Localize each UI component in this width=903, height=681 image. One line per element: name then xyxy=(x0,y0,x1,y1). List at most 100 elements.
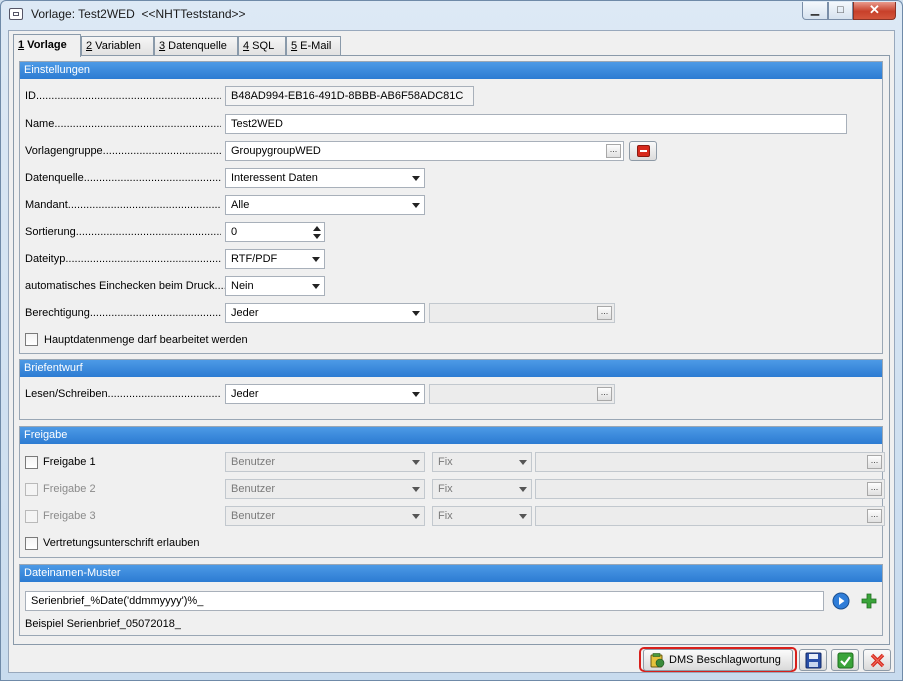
group-einstellungen: Einstellungen ID........................… xyxy=(19,61,883,354)
browse-ellipsis-icon: ... xyxy=(597,306,612,320)
chevron-down-icon xyxy=(412,460,420,465)
tab-label: Variablen xyxy=(92,40,141,52)
maximize-button[interactable]: □ xyxy=(828,2,853,20)
browse-ellipsis-icon: ... xyxy=(867,482,882,496)
id-field[interactable]: B48AD994-EB16-491D-8BBB-AB6F58ADC81C xyxy=(225,86,474,106)
freigabe-3-checkbox xyxy=(25,510,38,523)
tab-pane-vorlage: Einstellungen ID........................… xyxy=(13,55,890,645)
ok-button[interactable] xyxy=(831,649,859,671)
freigabe-1-checkbox[interactable] xyxy=(25,456,38,469)
dialog-client-area: 1 Vorlage 2 Variablen 3 Datenquelle 4 SQ… xyxy=(8,30,895,673)
freigabe-1-user-value: Benutzer xyxy=(231,456,276,468)
label-sortierung: Sortierung..............................… xyxy=(25,226,221,238)
vorlagengruppe-value: GroupygroupWED xyxy=(231,145,321,157)
freigabe-2-mode-select: Fix xyxy=(432,479,532,499)
datenquelle-select[interactable]: Interessent Daten xyxy=(225,168,425,188)
check-icon xyxy=(837,652,854,669)
dms-beschlagwortung-button[interactable]: DMS Beschlagwortung xyxy=(643,649,793,671)
name-input[interactable]: Test2WED xyxy=(225,114,847,134)
cancel-button[interactable] xyxy=(863,649,891,671)
dateinamen-example: Beispiel Serienbrief_05072018_ xyxy=(25,618,181,630)
browse-ellipsis-icon: ... xyxy=(867,509,882,523)
group-header-dateinamen: Dateinamen-Muster xyxy=(20,565,882,582)
hauptdaten-checkbox[interactable] xyxy=(25,333,38,346)
einchecken-select[interactable]: Nein xyxy=(225,276,325,296)
vorlagengruppe-field[interactable]: GroupygroupWED ... xyxy=(225,141,624,161)
tab-vorlage[interactable]: 1 Vorlage xyxy=(13,34,81,57)
freigabe-1-label: Freigabe 1 xyxy=(43,456,96,468)
freigabe-2-user-value: Benutzer xyxy=(231,483,276,495)
label-lesen-schreiben: Lesen/Schreiben.........................… xyxy=(25,388,221,400)
tab-datenquelle[interactable]: 3 Datenquelle xyxy=(154,36,238,56)
tab-sql[interactable]: 4 SQL xyxy=(238,36,286,56)
freigabe-3-label: Freigabe 3 xyxy=(43,510,96,522)
dateityp-value: RTF/PDF xyxy=(231,253,278,265)
freigabe-3-detail-field: ... xyxy=(535,506,885,526)
play-circle-icon[interactable] xyxy=(832,592,850,610)
dateinamen-input[interactable]: Serienbrief_%Date('ddmmyyyy')%_ xyxy=(25,591,824,611)
minimize-button[interactable]: ▁ xyxy=(802,2,828,20)
label-berechtigung: Berechtigung............................… xyxy=(25,307,221,319)
dialog-window: Vorlage: Test2WED <<NHTTeststand>> ▁ □ ✕… xyxy=(0,0,903,681)
remove-group-button[interactable] xyxy=(629,141,657,161)
group-header-briefentwurf: Briefentwurf xyxy=(20,360,882,377)
freigabe-1-mode-select: Fix xyxy=(432,452,532,472)
tab-label: Vorlage xyxy=(24,39,67,51)
minus-red-icon xyxy=(637,145,650,157)
chevron-down-icon xyxy=(519,460,527,465)
sortierung-value: 0 xyxy=(231,226,238,238)
window-title: Vorlage: Test2WED <<NHTTeststand>> xyxy=(31,7,246,21)
sortierung-stepper[interactable]: 0 xyxy=(225,222,325,242)
lesen-schreiben-select[interactable]: Jeder xyxy=(225,384,425,404)
window-icon xyxy=(9,8,23,20)
freigabe-3-user-select: Benutzer xyxy=(225,506,425,526)
chevron-down-icon xyxy=(519,487,527,492)
group-briefentwurf: Briefentwurf Lesen/Schreiben............… xyxy=(19,359,883,420)
freigabe-3-user-value: Benutzer xyxy=(231,510,276,522)
title-bar[interactable]: Vorlage: Test2WED <<NHTTeststand>> ▁ □ ✕ xyxy=(1,1,902,27)
label-dateityp: Dateityp................................… xyxy=(25,253,221,265)
vertretung-checkbox-label: Vertretungsunterschrift erlauben xyxy=(43,537,200,549)
datenquelle-value: Interessent Daten xyxy=(231,172,318,184)
freigabe-2-checkbox xyxy=(25,483,38,496)
vertretung-checkbox[interactable] xyxy=(25,537,38,550)
chevron-down-icon xyxy=(312,257,320,262)
label-vorlagengruppe: Vorlagengruppe..........................… xyxy=(25,145,221,157)
label-name: Name....................................… xyxy=(25,118,221,130)
save-button[interactable] xyxy=(799,649,827,671)
save-disk-icon xyxy=(805,652,822,669)
tab-email[interactable]: 5 E-Mail xyxy=(286,36,341,56)
freigabe-3-mode-value: Fix xyxy=(438,510,453,522)
freigabe-2-detail-field: ... xyxy=(535,479,885,499)
browse-ellipsis-icon[interactable]: ... xyxy=(606,144,621,158)
label-id: ID......................................… xyxy=(25,90,221,102)
einchecken-value: Nein xyxy=(231,280,254,292)
chevron-down-icon xyxy=(412,203,420,208)
freigabe-1-user-select: Benutzer xyxy=(225,452,425,472)
browse-ellipsis-icon: ... xyxy=(597,387,612,401)
chevron-down-icon xyxy=(412,487,420,492)
freigabe-1-detail-field: ... xyxy=(535,452,885,472)
spin-up-icon[interactable] xyxy=(313,226,321,231)
tab-label: E-Mail xyxy=(297,40,332,52)
chevron-down-icon xyxy=(412,176,420,181)
freigabe-2-mode-value: Fix xyxy=(438,483,453,495)
berechtigung-select[interactable]: Jeder xyxy=(225,303,425,323)
chevron-down-icon xyxy=(412,514,420,519)
lesen-schreiben-detail-field: ... xyxy=(429,384,615,404)
close-window-button[interactable]: ✕ xyxy=(853,2,896,20)
chevron-down-icon xyxy=(412,392,420,397)
hauptdaten-checkbox-label: Hauptdatenmenge darf bearbeitet werden xyxy=(44,334,248,346)
mandant-select[interactable]: Alle xyxy=(225,195,425,215)
tab-label: SQL xyxy=(249,40,275,52)
label-datenquelle: Datenquelle.............................… xyxy=(25,172,221,184)
chevron-down-icon xyxy=(312,284,320,289)
spin-down-icon[interactable] xyxy=(313,234,321,239)
tab-variablen[interactable]: 2 Variablen xyxy=(81,36,154,56)
bottom-toolbar: DMS Beschlagwortung xyxy=(9,647,894,673)
label-einchecken: automatisches Einchecken beim Druck.....… xyxy=(25,280,225,292)
lesen-schreiben-value: Jeder xyxy=(231,388,259,400)
berechtigung-value: Jeder xyxy=(231,307,259,319)
dateityp-select[interactable]: RTF/PDF xyxy=(225,249,325,269)
add-plus-icon[interactable] xyxy=(860,592,878,610)
